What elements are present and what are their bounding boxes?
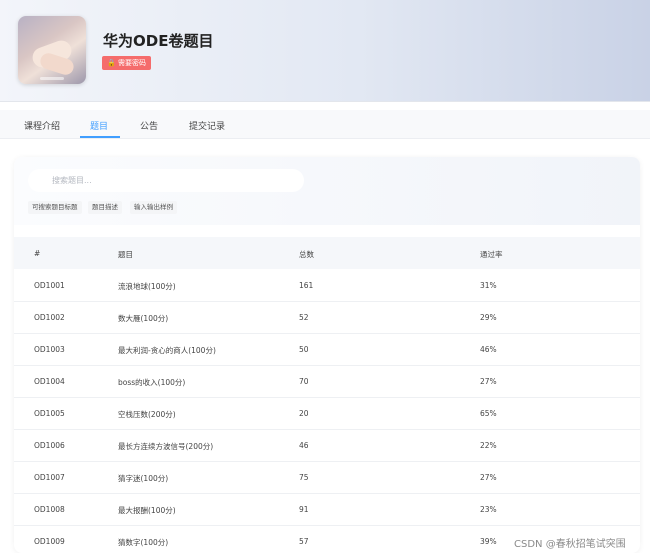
cell-id: OD1002 [34, 313, 65, 322]
course-title: 华为ODE卷题目 [103, 32, 214, 50]
tab-intro[interactable]: 课程介绍 [24, 119, 60, 132]
cell-total: 70 [299, 377, 309, 386]
table-row[interactable]: OD1004 boss的收入(100分) 70 27% [14, 365, 640, 398]
table-row[interactable]: OD1003 最大利润-贪心的商人(100分) 50 46% [14, 333, 640, 366]
cell-pass-rate: 39% [480, 537, 497, 546]
cell-title[interactable]: 猜数字(100分) [118, 537, 168, 548]
cell-title[interactable]: boss的收入(100分) [118, 377, 185, 388]
cell-total: 91 [299, 505, 309, 514]
tab-announcements[interactable]: 公告 [140, 119, 158, 132]
cell-title[interactable]: 最长方连续方波信号(200分) [118, 441, 213, 452]
cell-title[interactable]: 猜字迷(100分) [118, 473, 168, 484]
cell-total: 75 [299, 473, 309, 482]
table-header: # 题目 总数 通过率 [14, 237, 640, 269]
table-row[interactable]: OD1001 流浪地球(100分) 161 31% [14, 269, 640, 302]
lock-icon: 🔒 [107, 59, 116, 67]
cell-id: OD1004 [34, 377, 65, 386]
table-row[interactable]: OD1002 数大雁(100分) 52 29% [14, 301, 640, 334]
header-pass-rate: 通过率 [480, 250, 503, 259]
cell-pass-rate: 46% [480, 345, 497, 354]
cell-pass-rate: 27% [480, 473, 497, 482]
cell-pass-rate: 27% [480, 377, 497, 386]
cell-title[interactable]: 最大利润-贪心的商人(100分) [118, 345, 216, 356]
problem-list-card: 可搜索题目标题 题目描述 输入输出样例 # 题目 总数 通过率 OD1001 流浪… [14, 157, 640, 553]
cell-title[interactable]: 数大雁(100分) [118, 313, 168, 324]
table-row[interactable]: OD1008 最大报酬(100分) 91 23% [14, 493, 640, 526]
cell-pass-rate: 31% [480, 281, 497, 290]
course-banner: 华为ODE卷题目 🔒 需要密码 [0, 0, 650, 102]
search-area: 可搜索题目标题 题目描述 输入输出样例 [14, 157, 640, 225]
course-tabs: 课程介绍 题目 公告 提交记录 [0, 110, 650, 139]
cell-id: OD1008 [34, 505, 65, 514]
course-cover-image [18, 16, 86, 84]
cell-pass-rate: 65% [480, 409, 497, 418]
cell-total: 52 [299, 313, 309, 322]
cell-id: OD1007 [34, 473, 65, 482]
cell-pass-rate: 29% [480, 313, 497, 322]
hint-chip-description: 题目描述 [88, 201, 122, 214]
header-id: # [34, 249, 41, 258]
cell-total: 20 [299, 409, 309, 418]
cell-pass-rate: 22% [480, 441, 497, 450]
badge-label: 需要密码 [117, 59, 146, 67]
active-tab-indicator [80, 136, 120, 138]
cell-title[interactable]: 最大报酬(100分) [118, 505, 176, 516]
hint-chip-title: 可搜索题目标题 [28, 201, 82, 214]
cell-pass-rate: 23% [480, 505, 497, 514]
password-required-badge: 🔒 需要密码 [102, 56, 151, 70]
cell-id: OD1006 [34, 441, 65, 450]
table-row[interactable]: OD1006 最长方连续方波信号(200分) 46 22% [14, 429, 640, 462]
cell-id: OD1009 [34, 537, 65, 546]
tab-problems[interactable]: 题目 [90, 119, 108, 132]
cell-id: OD1005 [34, 409, 65, 418]
search-input[interactable] [28, 169, 304, 192]
cell-total: 161 [299, 281, 314, 290]
cell-id: OD1001 [34, 281, 65, 290]
cell-total: 57 [299, 537, 309, 546]
hint-chip-samples: 输入输出样例 [130, 201, 177, 214]
header-total: 总数 [299, 250, 314, 259]
table-row[interactable]: OD1005 空栈压数(200分) 20 65% [14, 397, 640, 430]
cell-id: OD1003 [34, 345, 65, 354]
tab-submissions[interactable]: 提交记录 [189, 119, 225, 132]
cell-total: 46 [299, 441, 309, 450]
cell-title[interactable]: 空栈压数(200分) [118, 409, 176, 420]
cell-total: 50 [299, 345, 309, 354]
watermark: CSDN @春秋招笔试突围 [514, 539, 626, 550]
table-row[interactable]: OD1007 猜字迷(100分) 75 27% [14, 461, 640, 494]
cell-title[interactable]: 流浪地球(100分) [118, 281, 176, 292]
header-title: 题目 [118, 250, 133, 259]
